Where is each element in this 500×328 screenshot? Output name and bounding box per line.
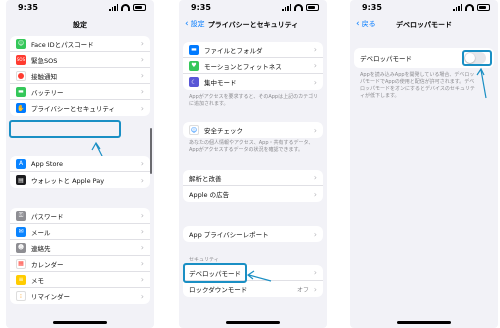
contacts-icon: ☻ <box>16 242 26 253</box>
chevron-right-icon: › <box>140 211 144 220</box>
wallet-icon: ▤ <box>16 175 26 185</box>
settings-row-passwords[interactable]: ⚿ パスワード › <box>10 208 150 224</box>
settings-group-apps: ⚿ パスワード › ✉ メール › ☻ 連絡先 › ▦ カレンダー › ≡ メモ… <box>10 208 150 304</box>
settings-row-contacts[interactable]: ☻ 連絡先 › <box>10 240 150 256</box>
chevron-right-icon: › <box>140 291 144 301</box>
screen-settings: 9:35 設定 ☺ Face IDとパスコード › SOS 緊急SOS › 接触… <box>6 0 154 328</box>
screen-developer-mode: 9:35 ‹ 戻る デベロッパモード デベロッパモード Appを読み込みAppを開… <box>350 0 498 328</box>
chevron-right-icon: › <box>140 227 144 236</box>
notes-icon: ≡ <box>16 274 26 285</box>
chevron-right-icon: › <box>140 243 144 252</box>
annotation-arrow <box>246 270 272 282</box>
chevron-right-icon: › <box>140 259 144 268</box>
scrollbar[interactable] <box>150 128 152 174</box>
screen-privacy-security: 9:35 ‹ 設定 プライバシーとセキュリティ ▬ ファイルとフォルダ › ♥ モ… <box>179 0 327 328</box>
settings-row-wallet[interactable]: ▤ ウォレットと Apple Pay › <box>10 172 150 188</box>
settings-row-appstore[interactable]: A App Store › <box>10 156 150 172</box>
reminders-icon: ⁝ <box>16 291 26 301</box>
chevron-right-icon: › <box>140 159 144 168</box>
appstore-icon: A <box>16 158 26 169</box>
key-icon: ⚿ <box>16 210 26 221</box>
mail-icon: ✉ <box>16 226 26 237</box>
calendar-icon: ▦ <box>16 258 26 269</box>
home-indicator[interactable] <box>397 321 451 324</box>
settings-row-notes[interactable]: ≡ メモ › <box>10 272 150 288</box>
settings-row-calendar[interactable]: ▦ カレンダー › <box>10 256 150 272</box>
settings-row-mail[interactable]: ✉ メール › <box>10 224 150 240</box>
chevron-right-icon: › <box>140 275 144 284</box>
settings-group-store: A App Store › ▤ ウォレットと Apple Pay › <box>10 156 150 188</box>
home-indicator[interactable] <box>226 321 280 324</box>
chevron-right-icon: › <box>140 175 144 185</box>
home-indicator[interactable] <box>53 321 107 324</box>
settings-row-reminders[interactable]: ⁝ リマインダー › <box>10 288 150 304</box>
annotation-arrow <box>476 67 487 99</box>
